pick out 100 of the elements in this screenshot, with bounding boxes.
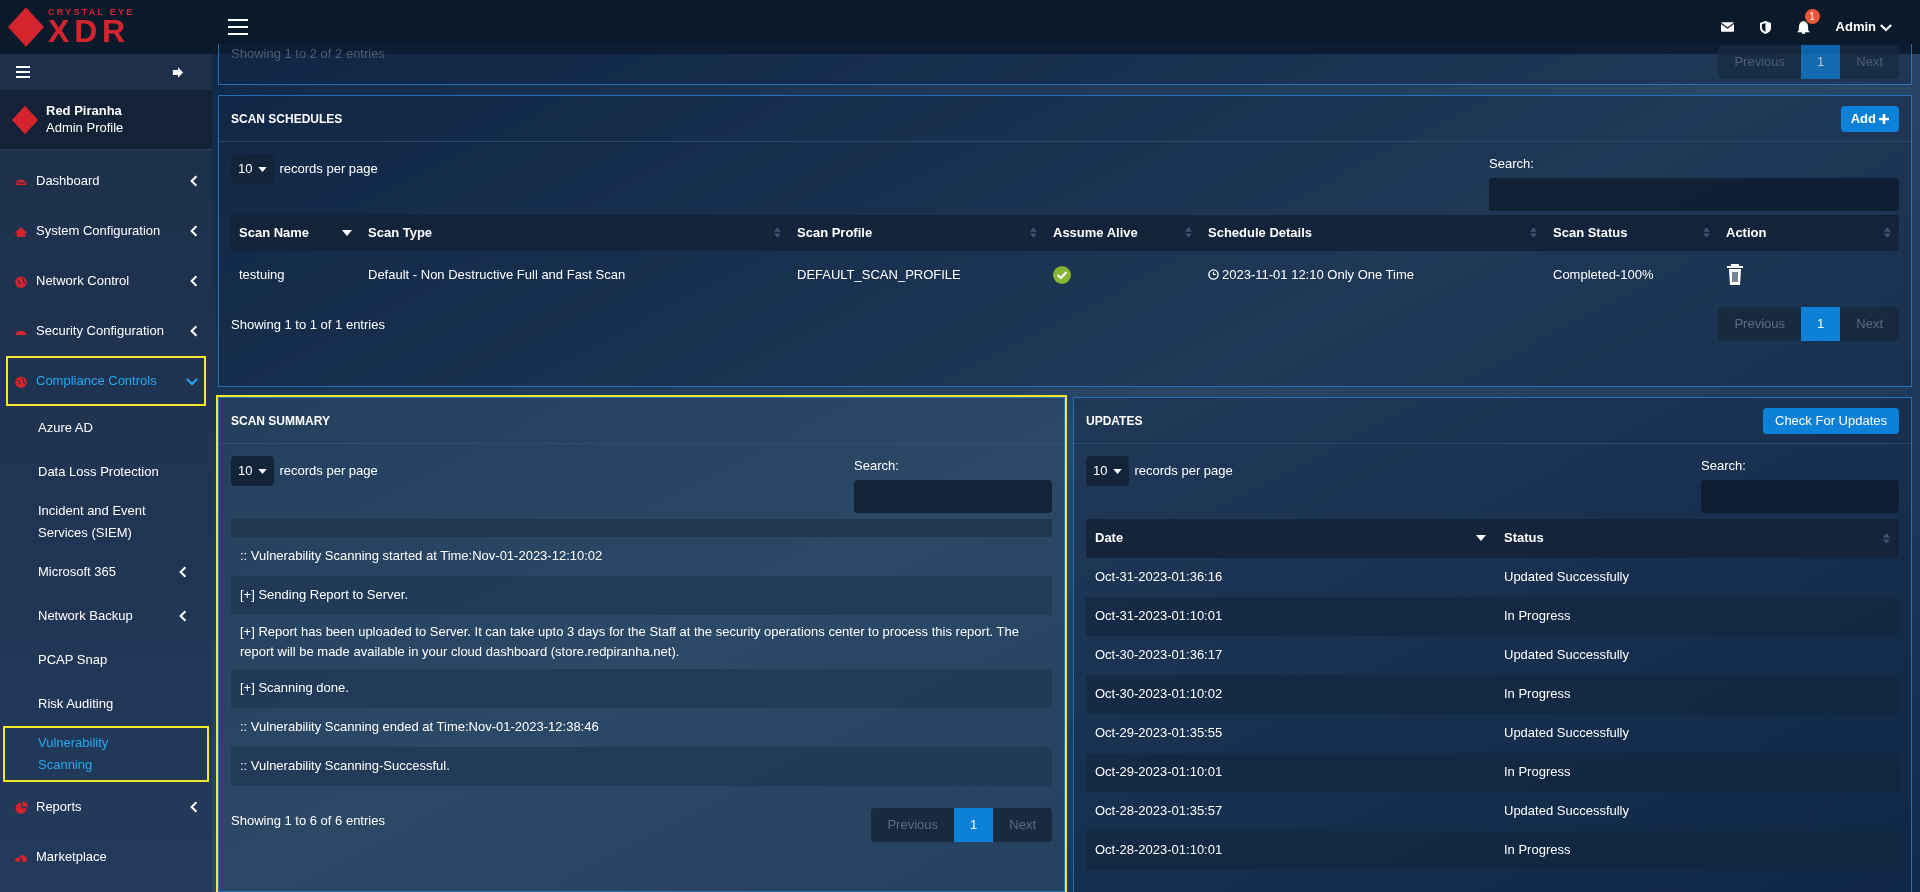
menu-icon (228, 19, 248, 35)
logout-icon (172, 66, 184, 78)
sidebar-subitem[interactable]: Vulnerability Scanning (3, 726, 209, 782)
table-cell-text: Oct-30-2023-01:10:02 (1094, 685, 1224, 704)
table-cell-text: In Progress (1503, 841, 1572, 860)
sidebar-item[interactable]: Reports (6, 782, 206, 832)
check-updates-button[interactable]: Check For Updates (1763, 407, 1899, 434)
length-label: records per page (279, 462, 378, 481)
chevron-left-icon (190, 325, 198, 337)
table-cell-text: DEFAULT_SCAN_PROFILE (796, 265, 962, 284)
add-button[interactable]: Add (1840, 105, 1899, 132)
page-button[interactable]: 1 (954, 807, 994, 842)
table-cell-text: Completed-100% (1552, 265, 1655, 284)
table-cell-text: Oct-29-2023-01:35:55 (1094, 724, 1224, 743)
sidebar-subitem[interactable]: Risk Auditing (3, 682, 209, 726)
logo-text: XDR (48, 14, 130, 47)
column-header[interactable]: Scan Profile (789, 214, 1045, 251)
caret-down-icon (1113, 468, 1123, 474)
delete-button[interactable] (1726, 263, 1744, 286)
chevron-left-icon (190, 175, 198, 187)
mail-icon (1720, 22, 1734, 32)
log-line: [+] Report has been uploaded to Server. It can take upto 3 days for the Staff at the security operations center to process this report. The report will be made available in your cloud dashboard (store.redpiranha.net). (239, 622, 1020, 661)
caret-down-icon (258, 468, 268, 474)
notifications-button[interactable] (1796, 20, 1810, 34)
sidebar-item[interactable]: Compliance Controls (6, 356, 206, 406)
profile-role: Admin Profile (46, 119, 124, 136)
table-cell-text: Default - Non Destructive Full and Fast Scan (367, 265, 627, 284)
shield-button[interactable] (1759, 20, 1771, 34)
table-cell-text: Oct-29-2023-01:10:01 (1094, 763, 1224, 782)
sidebar-item[interactable]: Network Control (6, 256, 206, 306)
column-header[interactable]: Assume Alive (1045, 214, 1200, 251)
globe-icon (14, 274, 28, 288)
sort-icon[interactable] (1883, 532, 1890, 544)
sort-icon[interactable] (1030, 227, 1037, 238)
clock-icon (1208, 269, 1219, 280)
length-select[interactable]: 10 (1086, 456, 1130, 486)
table-cell-text: Updated Successfully (1503, 724, 1630, 743)
chevron-down-icon (186, 376, 198, 386)
column-header[interactable]: Date (1086, 518, 1495, 558)
sidebar-item[interactable]: System Configuration (6, 206, 206, 256)
sidebar-subitem[interactable]: Microsoft 365 (3, 550, 209, 594)
bell-icon (1796, 20, 1810, 34)
search-field[interactable] (854, 479, 1052, 513)
sidebar-item[interactable]: Dashboard (6, 156, 206, 206)
table-cell-text: Updated Successfully (1503, 646, 1630, 665)
sort-desc-icon[interactable] (1476, 535, 1486, 541)
table-cell-text: Updated Successfully (1503, 568, 1630, 587)
column-header[interactable]: Scan Status (1545, 214, 1718, 251)
table-info: Showing 1 to 6 of 6 entries (231, 811, 385, 830)
profile-name: Red Piranha (46, 103, 123, 120)
trash-icon (1726, 263, 1744, 286)
plus-icon (1879, 113, 1889, 124)
table-cell-text: Updated Successfully (1503, 802, 1630, 821)
length-select[interactable]: 10 (231, 456, 275, 486)
chevron-left-icon (190, 225, 198, 237)
search-label: Search: (854, 457, 900, 475)
panel-title: UPDATES (1086, 412, 1143, 430)
chevron-left-icon (179, 610, 187, 622)
globe-icon (14, 374, 28, 388)
sort-icon[interactable] (774, 227, 781, 238)
avatar-icon (12, 104, 38, 135)
panel-title: SCAN SUMMARY (231, 412, 330, 430)
sidebar-subitem[interactable]: PCAP Snap (3, 638, 209, 682)
sidebar-subitem[interactable]: Data Loss Protection (3, 450, 209, 494)
table-cell-text: Oct-28-2023-01:10:01 (1094, 841, 1224, 860)
mail-button[interactable] (1720, 22, 1734, 32)
chevron-left-icon (179, 566, 187, 578)
sort-desc-icon[interactable] (342, 229, 352, 236)
column-header[interactable]: Scan Name (231, 214, 360, 251)
table-cell-text: Oct-31-2023-01:36:16 (1094, 568, 1224, 587)
sidebar-subitem[interactable]: Azure AD (3, 406, 209, 450)
search-field[interactable] (1701, 479, 1899, 513)
caret-down-icon (258, 166, 268, 172)
shield-icon (1759, 20, 1771, 34)
sidebar-subitem[interactable]: Network Backup (3, 594, 209, 638)
user-menu[interactable]: Admin (1835, 17, 1892, 37)
search-label: Search: (1701, 457, 1747, 475)
search-field[interactable] (1489, 177, 1899, 211)
sidebar-subitem[interactable]: Incident and Event Services (SIEM) (3, 494, 209, 550)
table-cell-text: In Progress (1503, 685, 1572, 704)
table-info: Showing 1 to 1 of 1 entries (231, 315, 385, 334)
table-cell-text: Oct-30-2023-01:36:17 (1094, 646, 1224, 665)
length-label: records per page (1134, 462, 1233, 481)
chevron-down-icon (1880, 22, 1892, 32)
sort-icon[interactable] (1185, 227, 1192, 238)
sort-icon[interactable] (1884, 227, 1891, 238)
length-select[interactable]: 10 (231, 154, 275, 184)
sidebar-item[interactable]: Security Configuration (6, 306, 206, 356)
sort-icon[interactable] (1530, 227, 1537, 238)
log-line: :: Vulnerability Scanning started at Time:Nov-01-2023-12:10:02 (239, 547, 604, 565)
column-header[interactable]: Scan Type (360, 214, 789, 251)
column-header[interactable]: Status (1495, 518, 1899, 558)
sort-icon[interactable] (1703, 227, 1710, 238)
table-cell-text: In Progress (1503, 607, 1572, 626)
log-line: :: Vulnerability Scanning ended at Time:Nov-01-2023-12:38:46 (239, 718, 600, 736)
column-header[interactable]: Schedule Details (1200, 214, 1545, 251)
page-button[interactable]: 1 (1801, 306, 1841, 341)
table-cell-text: Oct-28-2023-01:35:57 (1094, 802, 1224, 821)
sidebar-item[interactable]: Marketplace (6, 832, 206, 882)
column-header[interactable]: Action (1718, 214, 1899, 251)
